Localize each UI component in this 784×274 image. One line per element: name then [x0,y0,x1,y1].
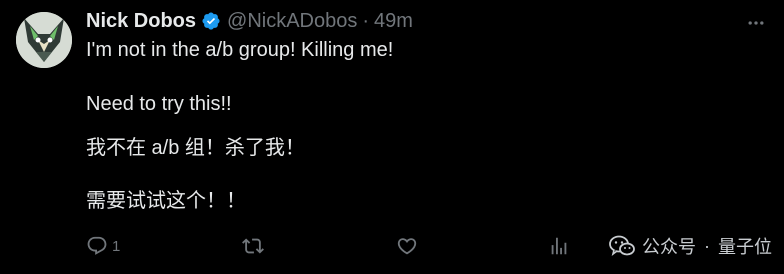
views-button[interactable] [548,232,574,260]
retweet-icon [242,238,264,254]
fox-mask-avatar-icon [16,12,72,68]
wechat-icon [609,235,635,256]
watermark-platform: 公众号 [642,237,696,257]
like-icon [397,238,417,255]
tweet-text-line: 我不在 a/b 组！杀了我！ [86,137,305,159]
tweet-text-line: 需要试试这个！！ [86,190,246,212]
tweet-header: Nick Dobos @NickADobos · 49m [86,8,413,34]
meta-separator: · [362,9,370,32]
reply-count: 1 [112,237,121,255]
watermark-separator: · [704,235,710,256]
watermark-brand: 量子位 [718,237,772,257]
tweet[interactable]: Nick Dobos @NickADobos · 49m I'm not in … [0,0,784,274]
reply-icon [87,236,107,255]
retweet-button[interactable] [242,232,268,260]
avatar[interactable] [16,12,72,68]
reply-button[interactable]: 1 [86,232,120,260]
tweet-text-line: Need to try this!! [86,93,232,115]
views-icon [551,237,567,255]
tweet-text-line: I'm not in the a/b group! Killing me! [86,39,394,61]
like-button[interactable] [396,232,422,260]
verified-badge-icon[interactable] [201,11,221,31]
tweet-timestamp[interactable]: 49m [374,10,413,33]
more-options-icon[interactable] [744,12,768,34]
author-handle[interactable]: @NickADobos [227,10,357,33]
author-name[interactable]: Nick Dobos [86,10,196,33]
watermark: 公众号 · 量子位 [608,232,772,260]
